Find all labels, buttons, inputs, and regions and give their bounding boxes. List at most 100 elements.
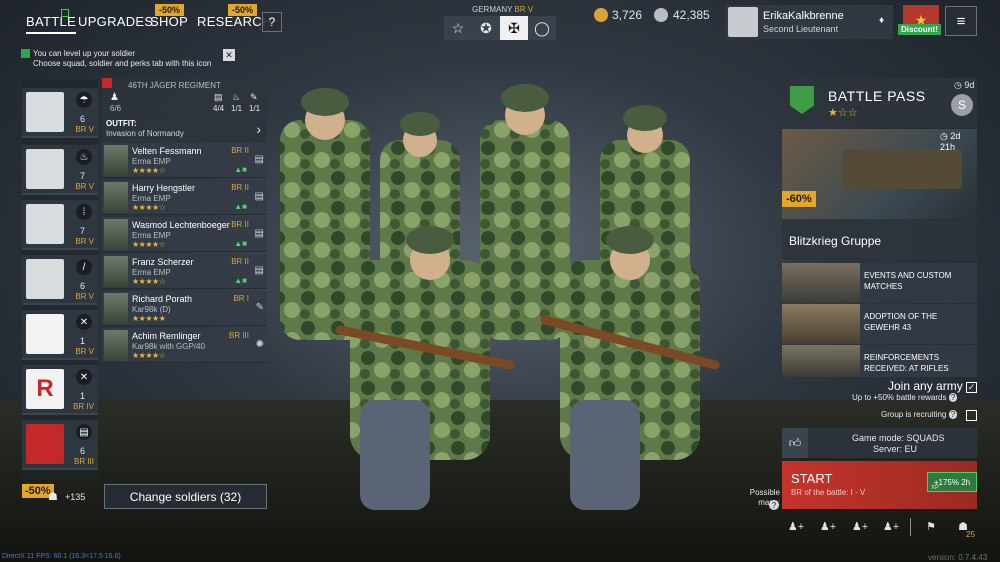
squad-count: 7 (80, 226, 86, 236)
battle-pass-card[interactable]: BATTLE PASS ★☆☆ ◷ 9d S (782, 78, 977, 128)
slot-count-2: 1/1 (231, 104, 243, 113)
tab-shop[interactable]: SHOP (150, 14, 188, 29)
squad-card-5[interactable]: ✕ 1 BR V (22, 310, 98, 360)
player-rank: Second Lieutenant (763, 24, 839, 34)
change-soldiers-button[interactable]: Change soldiers (32) (104, 484, 267, 509)
squad-card-4[interactable]: / 6 BR V (22, 255, 98, 305)
invite-friend-icon[interactable]: ♟+ (818, 516, 838, 536)
faction-germany-icon[interactable]: ✠ (500, 16, 528, 40)
group-recruiting-text: Group is recruiting ? (881, 410, 958, 419)
soldier-class-icon: ▤ (254, 228, 264, 239)
join-any-army-checkbox[interactable]: ✓ (966, 382, 977, 393)
squad-br: BR V (75, 292, 94, 301)
squad-card-6[interactable]: R ✕ 1 BR IV (22, 365, 98, 415)
tab-research[interactable]: RESEARCH (197, 14, 272, 29)
upgrade-available-icon: ▲■ (234, 165, 247, 174)
invite-friend-icon[interactable]: ♟+ (786, 516, 806, 536)
event-item[interactable]: ADOPTION OF THE GEWEHR 43 (782, 304, 977, 344)
menu-button[interactable]: ≡ (945, 6, 977, 36)
event-item[interactable]: EVENTS AND CUSTOM MATCHES (782, 263, 977, 303)
squad-count: 1 (80, 336, 86, 346)
infantry-emblem-icon (26, 259, 64, 299)
tab-upgrades[interactable]: UPGRADES (78, 14, 153, 29)
battle-br-text: BR of the battle: I - V (791, 488, 866, 497)
soldier-row[interactable]: Wasmod Lechtenboeger Erma EMP ★★★★☆ BR II ▤ ▲… (102, 217, 267, 252)
battle-pass-badge-icon (790, 86, 814, 114)
gold-icon (594, 8, 608, 22)
profile-card[interactable]: ErikaKalkbrenne Second Lieutenant ♦ (725, 5, 893, 39)
event-text: EVENTS AND CUSTOM MATCHES (864, 271, 952, 291)
info-icon[interactable]: ? (948, 410, 958, 419)
flag-icon[interactable]: ⚑ (921, 516, 941, 536)
slot-count-1: 4/4 (213, 104, 225, 113)
grenadier-icon: ✺ (255, 339, 264, 350)
thumbs-up-icon[interactable]: 👍︎ (782, 428, 808, 458)
promo-discount-badge: -60% (782, 191, 816, 207)
discount-badge[interactable]: Discount! (898, 24, 941, 35)
soldier-row[interactable]: Franz Scherzer Erma EMP ★★★★☆ BR II ▤ ▲■ (102, 254, 267, 289)
squad-card-3[interactable]: ⁞ 7 BR V (22, 200, 98, 250)
notice-line2: Choose squad, soldier and perks tab with… (33, 59, 212, 68)
soldier-portrait (104, 145, 128, 176)
event-text: ADOPTION OF THE GEWEHR 43 (864, 312, 938, 332)
info-icon[interactable]: ? (948, 393, 958, 402)
tab-battle[interactable]: BATTLE (26, 14, 76, 34)
paratrooper-emblem-icon (26, 92, 64, 132)
squad-card-1[interactable]: ☂ 6 BR V (22, 88, 98, 138)
soldier-weapon: Erma EMP (132, 231, 171, 240)
event-item[interactable]: REINFORCEMENTS RECEIVED: AT RIFLES (782, 345, 977, 377)
battle-pass-timer: ◷ 9d (954, 80, 975, 90)
shield-emblem-icon (26, 314, 64, 354)
promo-banner[interactable]: ◷ 2d 21h -60% (782, 129, 977, 219)
soldier-br: BR II (231, 146, 249, 155)
wrench-icon: ✎ (255, 302, 264, 313)
promo-name-bar[interactable]: Blitzkrieg Gruppe (782, 220, 977, 260)
invite-friend-icon[interactable]: ♟+ (881, 516, 901, 536)
squad-count: 6 (80, 446, 86, 456)
rifleman-slot-icon: ▤ (214, 92, 223, 102)
soldier-icon: ♟ (110, 92, 119, 103)
upgrade-available-icon: ▲■ (234, 202, 247, 211)
group-recruiting-checkbox[interactable] (966, 410, 977, 421)
reserve-count[interactable]: +135 (65, 492, 85, 502)
soldier-row[interactable]: Harry Hengstler Erma EMP ★★★★☆ BR II ▤ ▲■ (102, 180, 267, 215)
faction-usa-icon[interactable]: ☆ (444, 16, 472, 40)
invite-friend-icon[interactable]: ♟+ (850, 516, 870, 536)
soldier-weapon: Erma EMP (132, 157, 171, 166)
faction-japan-icon[interactable]: ◯ (528, 16, 556, 40)
game-mode-panel[interactable]: 👍︎ Game mode: SQUADS Server: EU (782, 428, 977, 458)
squad-card-7[interactable]: ▤ 6 BR III (22, 420, 98, 470)
soldier-row[interactable]: Achim Remlinger Kar98k with GGP/40 ★★★★☆ BR… (102, 328, 267, 363)
squad-size: 6/6 (110, 104, 122, 113)
soldier-portrait (104, 256, 128, 287)
soldier-portrait (104, 219, 128, 250)
help-button[interactable]: ? (262, 12, 282, 32)
soldier-name: Richard Porath (132, 294, 193, 304)
soldier-stars: ★★★★☆ (132, 166, 166, 175)
upgrade-available-icon: ▲■ (234, 276, 247, 285)
player-count: 25 (966, 530, 975, 539)
close-notice-button[interactable]: ✕ (223, 49, 235, 61)
outfit-selector[interactable]: OUTFIT: Invasion of Normandy › (102, 117, 267, 142)
promo-tank-image (842, 149, 962, 189)
start-label: START (791, 471, 833, 486)
squad-br: BR V (75, 182, 94, 191)
faction-ussr-icon[interactable]: ✪ (472, 16, 500, 40)
soldier-row[interactable]: Richard Porath Kar98k (D) ★★★★★ BR I ✎ (102, 291, 267, 326)
join-any-army-label: Join any army (888, 379, 963, 393)
soldier-row[interactable]: Velten Fessmann Erma EMP ★★★★☆ BR II ▤ ▲■ (102, 143, 267, 178)
flamethrower-icon: ♨ (76, 149, 92, 165)
squad-count: 1 (80, 391, 86, 401)
maps-info-icon[interactable]: ? (769, 500, 779, 510)
soldier-portrait (104, 182, 128, 213)
wrench-slot-icon: ✎ (250, 92, 258, 102)
soldier-br: BR I (233, 294, 249, 303)
join-rewards-text: Up to +50% battle rewards ? (852, 393, 958, 402)
silver-icon (654, 8, 668, 22)
squad-card-2[interactable]: ♨ 7 BR V (22, 145, 98, 195)
tools-icon: ✕ (76, 314, 92, 330)
flame-slot-icon: ♨ (232, 92, 241, 102)
outfit-label: OUTFIT: (106, 119, 137, 128)
squad-br: BR V (75, 125, 94, 134)
squad-br: BR V (75, 237, 94, 246)
